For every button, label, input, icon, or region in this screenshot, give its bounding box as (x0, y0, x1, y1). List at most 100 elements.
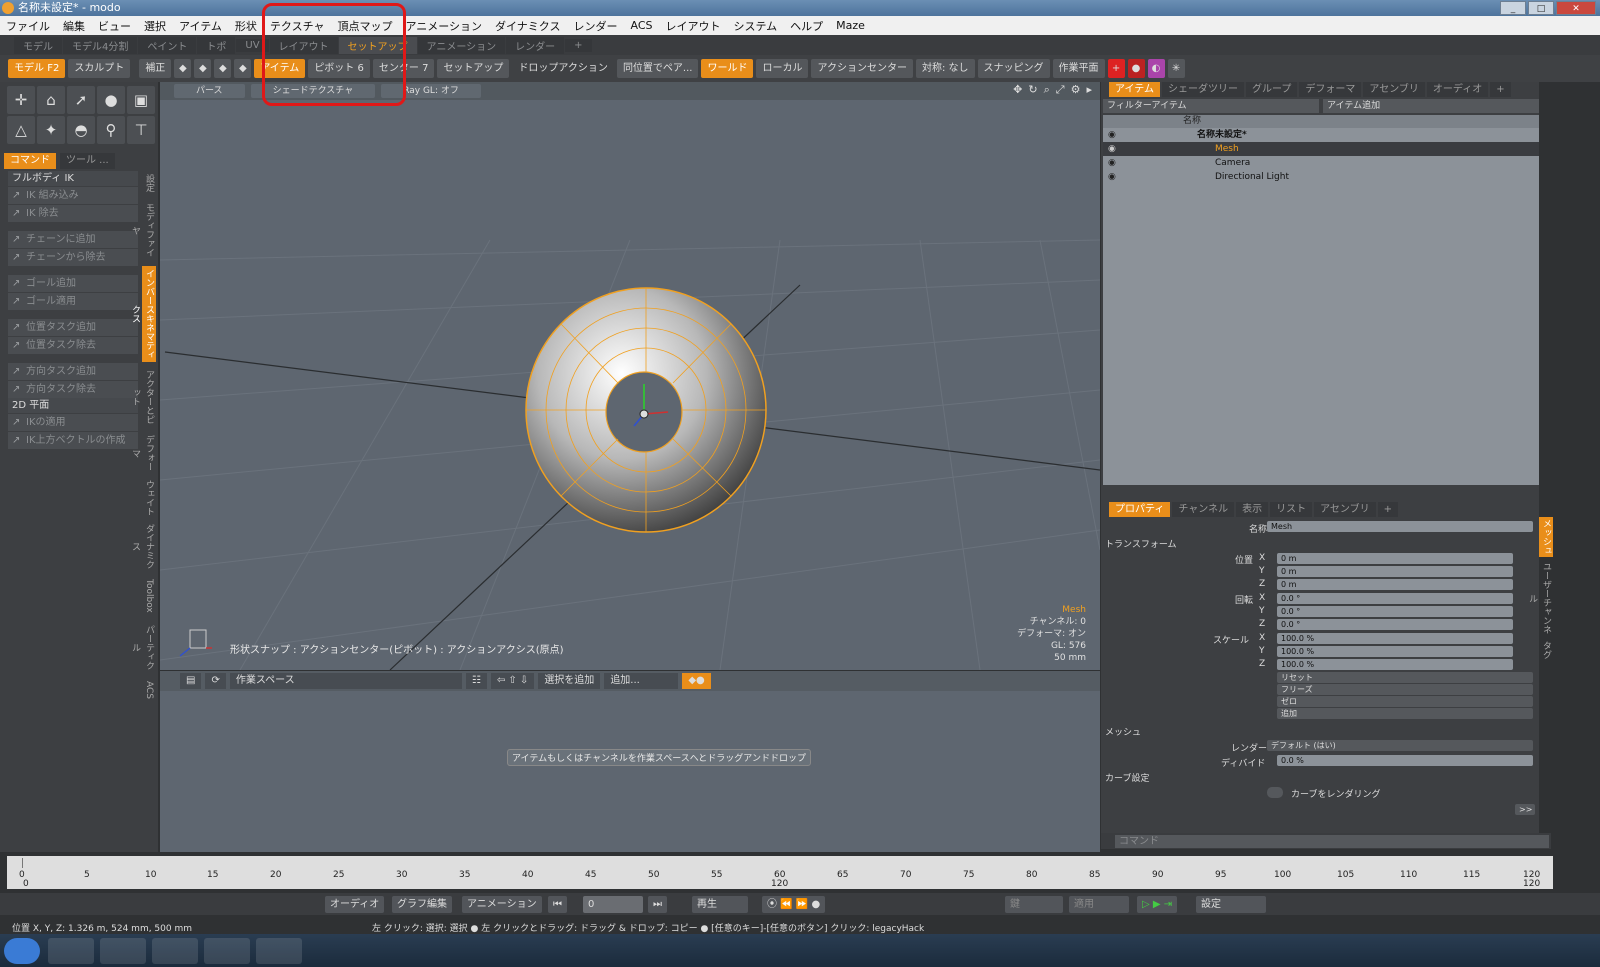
taskbar-app-4[interactable] (204, 938, 250, 964)
menu-layout[interactable]: レイアウト (665, 18, 720, 34)
play-button[interactable]: 再生 (692, 896, 748, 913)
eye-icon[interactable]: ◉ (1108, 142, 1116, 156)
joint-tool-icon[interactable]: △ (7, 116, 35, 144)
cmd-ik-apply[interactable]: IKの適用 (8, 414, 138, 431)
tab-tools[interactable]: ツール ... (60, 153, 115, 169)
subdivide-field[interactable]: 0.0 % (1277, 755, 1533, 766)
tab-topo[interactable]: トポ (197, 36, 236, 54)
zoom-icon[interactable]: ⌕ (1044, 83, 1050, 97)
vtab-settings[interactable]: 設定 (142, 170, 156, 196)
cmd-position-task-remove[interactable]: 位置タスク除去 (8, 337, 138, 354)
scale-y-field[interactable]: 100.0 % (1277, 646, 1513, 657)
item-row-mesh[interactable]: ◉ Mesh (1103, 142, 1539, 156)
close-button[interactable]: ✕ (1556, 1, 1596, 15)
tab-list[interactable]: リスト (1270, 502, 1313, 517)
tab-commands[interactable]: コマンド (4, 153, 56, 169)
menu-geometry[interactable]: 形状 (235, 18, 257, 34)
item-row-light[interactable]: ◉ Directional Light (1103, 170, 1539, 184)
transform-tool-icon[interactable]: ✛ (7, 86, 35, 114)
mesh-section-header[interactable]: メッシュ (1105, 725, 1141, 738)
taskbar-app-1[interactable] (48, 938, 94, 964)
taskbar-app-2[interactable] (100, 938, 146, 964)
tab-shader-tree[interactable]: シェーダツリー (1162, 82, 1244, 97)
arrow-right-icon[interactable]: ▸ (1086, 83, 1092, 97)
record-icons[interactable]: ⦿ ⏪ ⏩ ● (762, 896, 826, 913)
position-z-field[interactable]: 0 m (1277, 579, 1513, 590)
key-button[interactable]: 鍵 (1005, 896, 1063, 913)
menu-render[interactable]: レンダー (573, 18, 617, 34)
graph-editor-button[interactable]: グラフ編集 (392, 896, 452, 913)
settings-button[interactable]: 設定 (1196, 896, 1266, 913)
vtab-ik[interactable]: インバースキネマティクス (130, 266, 156, 362)
ws-icon-1[interactable]: ▤ (180, 673, 202, 689)
menu-view[interactable]: ビュー (98, 18, 131, 34)
taskbar-app-3[interactable] (152, 938, 198, 964)
material-mode-icon[interactable]: ◆ (234, 59, 252, 78)
add-item-dropdown[interactable]: アイテム追加 (1323, 99, 1539, 113)
position-x-field[interactable]: 0 m (1277, 553, 1513, 564)
3d-viewport[interactable]: パース シェードテクスチャ Ray GL: オフ ✥ ↻ ⌕ ⤢ ⚙ ▸ 形状ス… (160, 82, 1100, 670)
vtab-actor[interactable]: アクターとピット (130, 366, 156, 428)
curve-section-header[interactable]: カーブ設定 (1105, 771, 1149, 784)
maximize-button[interactable]: □ (1528, 1, 1554, 15)
zero-button[interactable]: ゼロ (1277, 696, 1533, 707)
ws-arrows-icon[interactable]: ⇦ ⇧ ⇩ (490, 673, 535, 689)
tab-deformers[interactable]: デフォーマ (1299, 82, 1362, 97)
workspace-dropdown[interactable]: 作業スペース (229, 673, 462, 689)
rig-tool-icon[interactable]: ⊤ (127, 116, 155, 144)
menu-help[interactable]: ヘルプ (790, 18, 823, 34)
tab-channels[interactable]: チャンネル (1172, 502, 1235, 517)
freeze-button[interactable]: フリーズ (1277, 684, 1533, 695)
sphere-tool-icon[interactable]: ◓ (67, 116, 95, 144)
vtab-modifier[interactable]: モディファイヤ (130, 200, 156, 260)
eye-icon[interactable]: ◉ (1108, 170, 1116, 184)
tab-prop-assembly[interactable]: アセンブリ (1314, 502, 1376, 517)
scene-row[interactable]: ◉ 名称未設定* (1103, 128, 1539, 142)
ik-tool-icon[interactable]: ⚲ (97, 116, 125, 144)
timeline[interactable]: 0 5 10 15 20 25 30 35 40 45 50 55 60 65 … (7, 856, 1553, 889)
rotation-y-field[interactable]: 0.0 ° (1277, 606, 1513, 617)
audio-button[interactable]: オーディオ (325, 896, 385, 913)
menu-acs[interactable]: ACS (630, 19, 652, 32)
cmd-position-task-add[interactable]: 位置タスク追加 (8, 319, 138, 336)
start-button[interactable] (4, 938, 40, 964)
cmd-goal-apply[interactable]: ゴール適用 (8, 293, 138, 310)
cmd-direction-task-remove[interactable]: 方向タスク除去 (8, 381, 138, 398)
vertex-mode-icon[interactable]: ◆ (174, 59, 192, 78)
more-button[interactable]: >> (1515, 804, 1535, 815)
position-y-field[interactable]: 0 m (1277, 566, 1513, 577)
menu-dynamics[interactable]: ダイナミクス (495, 18, 560, 34)
scale-z-field[interactable]: 100.0 % (1277, 659, 1513, 670)
next-key-icon[interactable]: ⏭ (648, 896, 667, 913)
ws-icon-2[interactable]: ⟳ (205, 673, 226, 689)
skeleton-tool-icon[interactable]: ✦ (37, 116, 65, 144)
rotate-icon[interactable]: ↻ (1028, 83, 1037, 97)
correct-button[interactable]: 補正 (139, 59, 172, 78)
ws-grid-icon[interactable]: ☷ (465, 673, 487, 689)
cmd-ik-remove[interactable]: IK 除去 (8, 205, 138, 222)
light-tool-icon[interactable]: ● (97, 86, 125, 114)
work-plane-dropdown[interactable]: 作業平面 (1052, 59, 1105, 78)
camera-tool-icon[interactable]: ▣ (127, 86, 155, 114)
vtab-tags[interactable]: タグ (1539, 639, 1553, 661)
vtab-deformer[interactable]: デフォーマ (130, 432, 156, 474)
tab-add[interactable]: + (565, 38, 592, 52)
menu-maze[interactable]: Maze (836, 19, 865, 32)
tab-paint[interactable]: ペイント (138, 36, 197, 54)
cmd-ik-up-vector[interactable]: IK上方ベクトルの作成 (8, 432, 138, 449)
locator-tool-icon[interactable]: ➚ (67, 86, 95, 114)
cmd-goal-add[interactable]: ゴール追加 (8, 275, 138, 292)
sculpt-button[interactable]: スカルプト (68, 59, 131, 78)
vtab-particle[interactable]: パーティクル (130, 622, 156, 672)
tab-properties[interactable]: プロパティ (1109, 502, 1171, 517)
menu-file[interactable]: ファイル (6, 18, 50, 34)
tab-render[interactable]: レンダー (506, 36, 565, 54)
play-green-icons[interactable]: ▷ ▶ ⇥ (1137, 896, 1178, 913)
tab-model[interactable]: モデル (14, 36, 62, 54)
eye-icon[interactable]: ◉ (1108, 156, 1116, 170)
tab-assembly[interactable]: アセンブリ (1363, 82, 1425, 97)
snapping-button[interactable]: スナッピング (977, 59, 1050, 78)
curve-render-toggle[interactable] (1267, 787, 1283, 798)
tab-add-props[interactable]: + (1377, 502, 1398, 517)
command-input[interactable]: コマンド (1115, 835, 1549, 848)
